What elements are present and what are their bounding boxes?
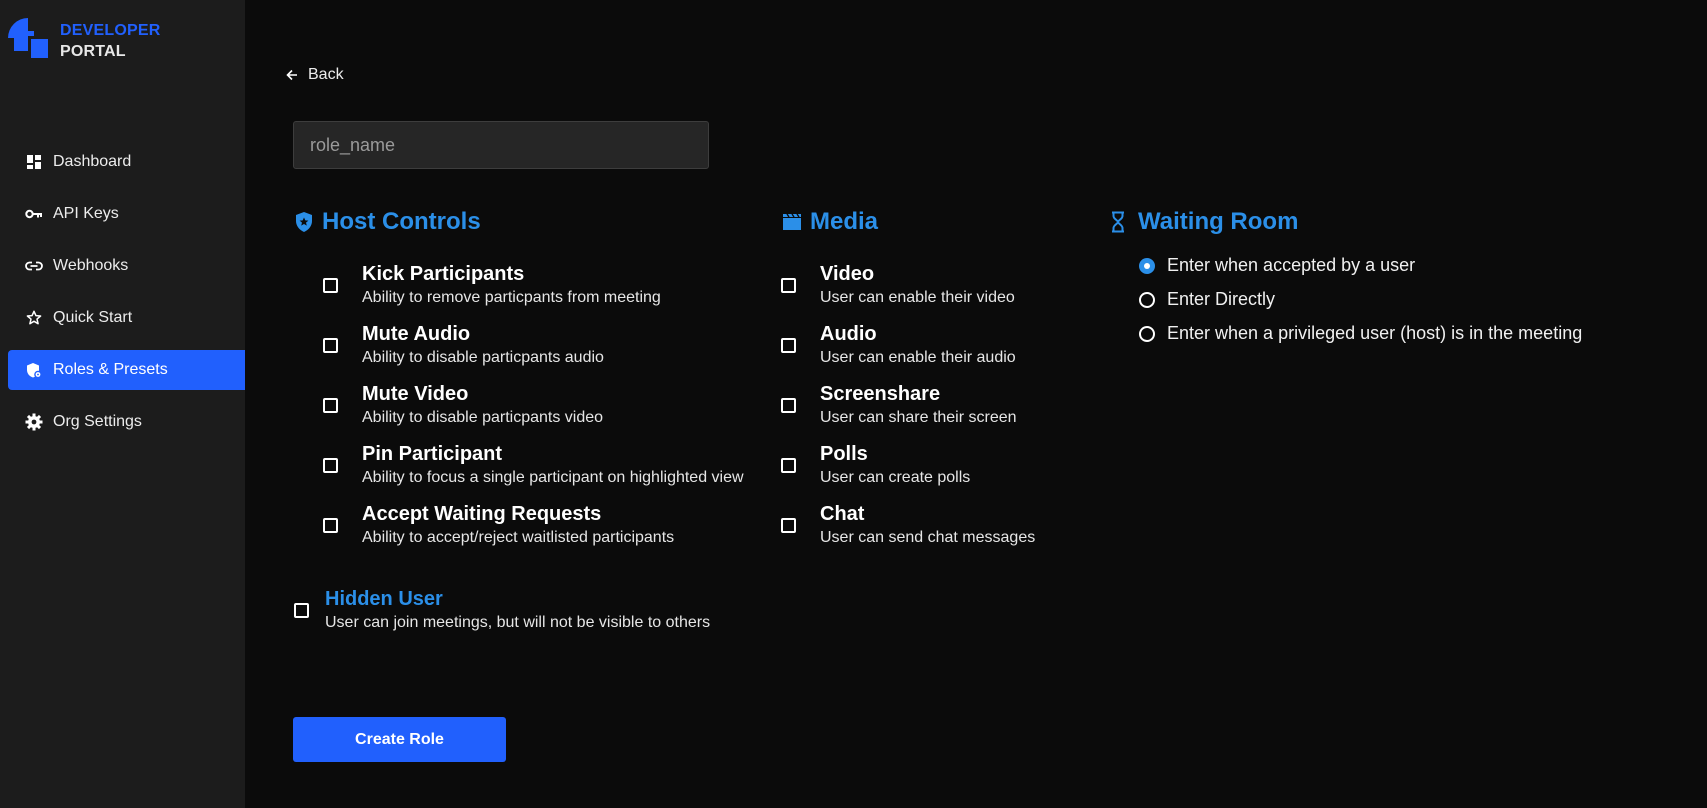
option-title: Audio xyxy=(820,323,877,345)
option-chat: Chat User can send chat messages xyxy=(781,502,1035,548)
option-mute-video: Mute Video Ability to disable particpant… xyxy=(323,382,603,428)
star-icon xyxy=(25,309,43,327)
role-name-input[interactable] xyxy=(293,121,709,169)
brand-line1: DEVELOPER xyxy=(60,22,161,39)
option-title: Pin Participant xyxy=(362,443,503,465)
host-controls-heading: Host Controls xyxy=(294,208,481,236)
radio-label: Enter when a privileged user (host) is i… xyxy=(1167,323,1583,343)
sidebar-item-label: Webhooks xyxy=(53,257,129,274)
chat-checkbox[interactable] xyxy=(781,517,796,533)
option-title: Accept Waiting Requests xyxy=(362,503,602,525)
option-screenshare: Screenshare User can share their screen xyxy=(781,382,1017,428)
option-desc: User can send chat messages xyxy=(820,529,1036,546)
option-title: Chat xyxy=(820,503,865,525)
dashboard-icon xyxy=(25,153,43,171)
gear-icon xyxy=(25,413,43,431)
hidden-user-desc: User can join meetings, but will not be … xyxy=(325,614,711,631)
option-accept-waiting-requests: Accept Waiting Requests Ability to accep… xyxy=(323,502,674,548)
sidebar-item-label: Quick Start xyxy=(53,309,133,326)
option-title: Polls xyxy=(820,443,868,465)
option-desc: User can enable their audio xyxy=(820,349,1016,366)
radio-label: Enter when accepted by a user xyxy=(1167,255,1416,275)
sidebar-item-roles-presets[interactable]: Roles & Presets xyxy=(8,350,245,390)
mute-audio-checkbox[interactable] xyxy=(323,337,338,353)
option-desc: Ability to accept/reject waitlisted part… xyxy=(362,529,675,546)
media-heading: Media xyxy=(782,208,878,236)
sidebar-item-dashboard[interactable]: Dashboard xyxy=(8,142,245,182)
option-mute-audio: Mute Audio Ability to disable particpant… xyxy=(323,322,604,368)
logo[interactable]: DEVELOPER PORTAL xyxy=(8,18,161,62)
radio-button[interactable] xyxy=(1139,257,1155,274)
screenshare-checkbox[interactable] xyxy=(781,397,796,413)
sidebar-item-api-keys[interactable]: API Keys xyxy=(8,194,245,234)
mute-video-checkbox[interactable] xyxy=(323,397,338,413)
option-desc: User can create polls xyxy=(820,469,971,486)
option-video: Video User can enable their video xyxy=(781,262,1015,308)
key-icon xyxy=(25,205,43,223)
radio-button[interactable] xyxy=(1139,291,1155,308)
option-title: Video xyxy=(820,263,875,285)
radio-button[interactable] xyxy=(1139,325,1155,342)
clapperboard-icon xyxy=(782,213,802,231)
option-title: Screenshare xyxy=(820,383,941,405)
option-audio: Audio User can enable their audio xyxy=(781,322,1016,368)
hidden-user-checkbox[interactable] xyxy=(294,602,309,618)
waiting-room-heading: Waiting Room xyxy=(1110,208,1298,236)
sidebar-item-label: Org Settings xyxy=(53,413,142,430)
option-desc: Ability to disable particpants audio xyxy=(362,349,604,366)
option-pin-participant: Pin Participant Ability to focus a singl… xyxy=(323,442,744,488)
option-title: Kick Participants xyxy=(362,263,525,285)
pin-participant-checkbox[interactable] xyxy=(323,457,338,473)
hidden-user-title: Hidden User xyxy=(325,588,443,610)
sidebar-item-label: Dashboard xyxy=(53,153,132,170)
option-desc: User can enable their video xyxy=(820,289,1015,306)
brand-name: DEVELOPER PORTAL xyxy=(60,20,161,62)
sidebar: DEVELOPER PORTAL Dashboard API Keys Webh… xyxy=(0,0,245,808)
link-icon xyxy=(25,257,43,275)
radio-label: Enter Directly xyxy=(1167,289,1276,309)
brand-logo-icon xyxy=(8,18,48,58)
radio-option-enter-directly[interactable]: Enter Directly xyxy=(1139,289,1275,310)
option-kick-participants: Kick Participants Ability to remove part… xyxy=(323,262,661,308)
sidebar-item-quick-start[interactable]: Quick Start xyxy=(8,298,245,338)
radio-option-privileged-user-present[interactable]: Enter when a privileged user (host) is i… xyxy=(1139,323,1582,344)
option-polls: Polls User can create polls xyxy=(781,442,970,488)
shield-settings-icon xyxy=(25,361,43,379)
option-desc: Ability to disable particpants video xyxy=(362,409,604,426)
kick-participants-checkbox[interactable] xyxy=(323,277,338,293)
audio-checkbox[interactable] xyxy=(781,337,796,353)
media-title: Media xyxy=(810,208,879,235)
accept-waiting-requests-checkbox[interactable] xyxy=(323,517,338,533)
back-link[interactable]: Back xyxy=(286,66,344,84)
option-desc: Ability to focus a single participant on… xyxy=(362,469,744,486)
sidebar-nav: Dashboard API Keys Webhooks Quick Start … xyxy=(8,142,245,454)
polls-checkbox[interactable] xyxy=(781,457,796,473)
sidebar-item-label: API Keys xyxy=(53,205,119,222)
option-hidden-user: Hidden User User can join meetings, but … xyxy=(294,587,710,633)
brand-line2: PORTAL xyxy=(60,43,126,60)
waiting-room-title: Waiting Room xyxy=(1138,208,1299,235)
back-label: Back xyxy=(308,66,344,83)
sidebar-item-webhooks[interactable]: Webhooks xyxy=(8,246,245,286)
hourglass-icon xyxy=(1110,211,1126,233)
sidebar-item-label: Roles & Presets xyxy=(53,361,168,378)
video-checkbox[interactable] xyxy=(781,277,796,293)
sidebar-item-org-settings[interactable]: Org Settings xyxy=(8,402,245,442)
option-title: Mute Video xyxy=(362,383,469,405)
option-desc: Ability to remove particpants from meeti… xyxy=(362,289,661,306)
option-desc: User can share their screen xyxy=(820,409,1017,426)
create-role-button[interactable]: Create Role xyxy=(293,717,506,762)
shield-star-icon xyxy=(294,211,314,233)
arrow-left-icon xyxy=(286,69,297,81)
radio-option-accepted-by-user[interactable]: Enter when accepted by a user xyxy=(1139,255,1415,276)
host-controls-title: Host Controls xyxy=(322,208,481,235)
option-title: Mute Audio xyxy=(362,323,471,345)
